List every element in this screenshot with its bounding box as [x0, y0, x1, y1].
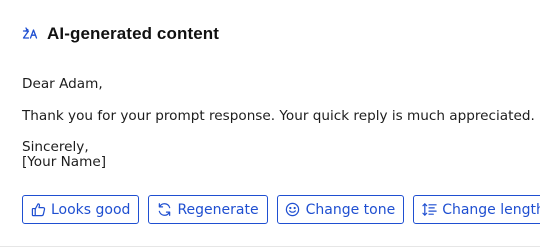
- change-tone-label: Change tone: [305, 201, 396, 218]
- looks-good-label: Looks good: [51, 201, 131, 218]
- bottom-divider: [0, 246, 540, 247]
- email-greeting: Dear Adam,: [22, 76, 103, 92]
- change-length-button[interactable]: Change length: [413, 195, 540, 224]
- change-length-label: Change length: [442, 201, 540, 218]
- ai-content-header: AI-generated content: [21, 24, 219, 44]
- email-closing: Sincerely,: [22, 139, 89, 155]
- email-message: Thank you for your prompt response. Your…: [22, 108, 535, 124]
- thumbs-up-icon: [30, 202, 46, 218]
- header-title: AI-generated content: [47, 24, 220, 43]
- generated-email-body: Dear Adam, Thank you for your prompt res…: [22, 76, 537, 170]
- refresh-icon: [156, 202, 172, 218]
- smiley-icon: [285, 202, 301, 218]
- regenerate-label: Regenerate: [177, 201, 259, 218]
- change-tone-button[interactable]: Change tone: [276, 195, 405, 224]
- text-length-icon: [421, 202, 437, 218]
- ai-sparkle-icon: [21, 24, 41, 44]
- email-signature: [Your Name]: [22, 154, 107, 170]
- regenerate-button[interactable]: Regenerate: [148, 195, 268, 224]
- action-bar: Looks good Regenerate Change tone Change…: [22, 195, 540, 224]
- looks-good-button[interactable]: Looks good: [22, 195, 140, 224]
